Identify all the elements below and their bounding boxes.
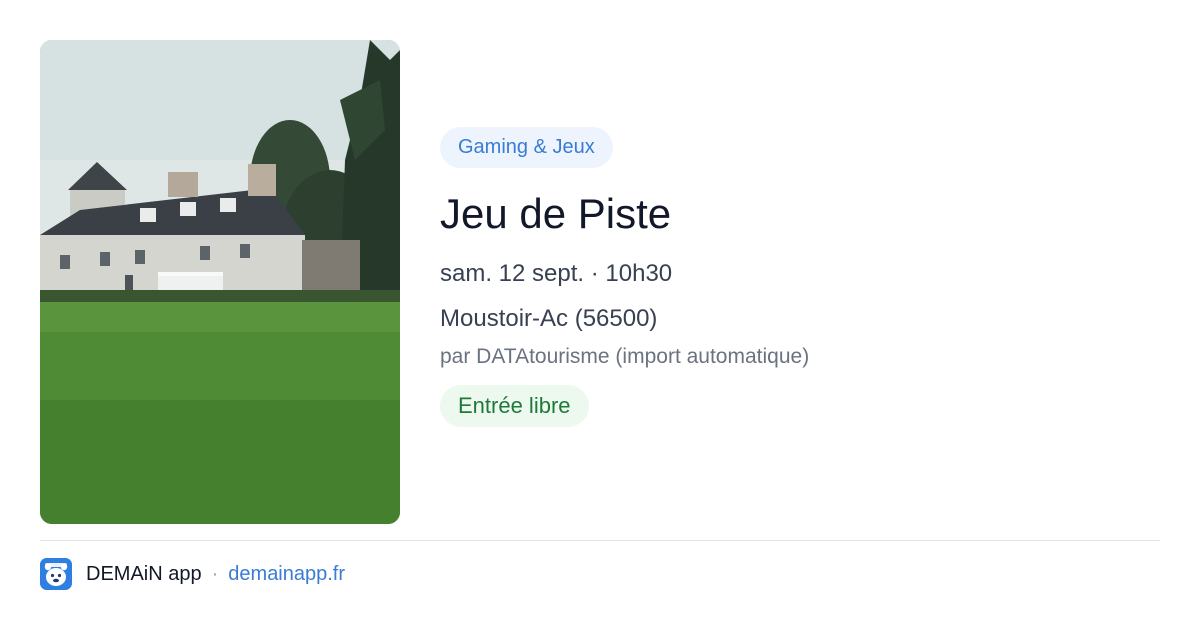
site-link[interactable]: demainapp.fr (228, 563, 345, 586)
event-datetime: sam. 12 sept. · 10h30 (440, 260, 673, 287)
event-info: Gaming & Jeux Jeu de Piste sam. 12 sept.… (440, 127, 1160, 427)
footer-separator: · (211, 562, 219, 585)
event-photo (40, 40, 400, 524)
manor-house-photo (40, 40, 400, 524)
app-name: DEMAiN app (86, 562, 202, 585)
event-organizer: par DATAtourisme (import automatique) (440, 345, 810, 368)
footer: DEMAiN app · demainapp.fr (40, 558, 345, 590)
price-badge: Entrée libre (440, 385, 589, 427)
event-title: Jeu de Piste (440, 190, 672, 237)
event-location: Moustoir-Ac (56500) (440, 305, 658, 332)
demain-app-logo-icon (40, 558, 72, 590)
category-badge[interactable]: Gaming & Jeux (440, 127, 613, 168)
footer-divider (40, 540, 1160, 541)
